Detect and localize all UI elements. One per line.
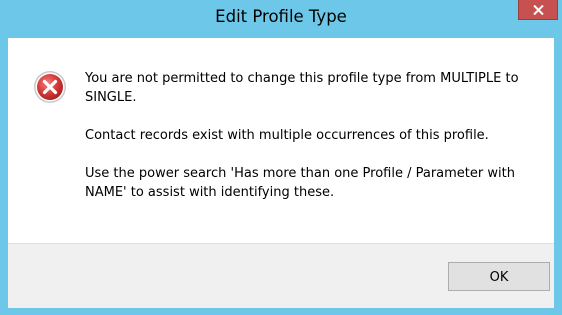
error-icon <box>34 71 66 103</box>
dialog-client-area: You are not permitted to change this pro… <box>8 38 554 308</box>
close-icon <box>533 5 544 15</box>
message-line-contacts: Contact records exist with multiple occu… <box>85 128 489 143</box>
message-area: You are not permitted to change this pro… <box>8 38 554 243</box>
close-button[interactable] <box>518 0 558 20</box>
dialog-window: Edit Profile Type You are not permitted … <box>0 0 562 315</box>
ok-button[interactable]: OK <box>448 262 550 291</box>
title-bar[interactable]: Edit Profile Type <box>0 0 562 38</box>
window-title: Edit Profile Type <box>215 7 347 26</box>
message-line-power-search: Use the power search 'Has more than one … <box>85 166 515 200</box>
error-message: You are not permitted to change this pro… <box>85 69 525 221</box>
message-line-permission: You are not permitted to change this pro… <box>85 71 519 105</box>
button-bar: OK <box>8 243 554 308</box>
